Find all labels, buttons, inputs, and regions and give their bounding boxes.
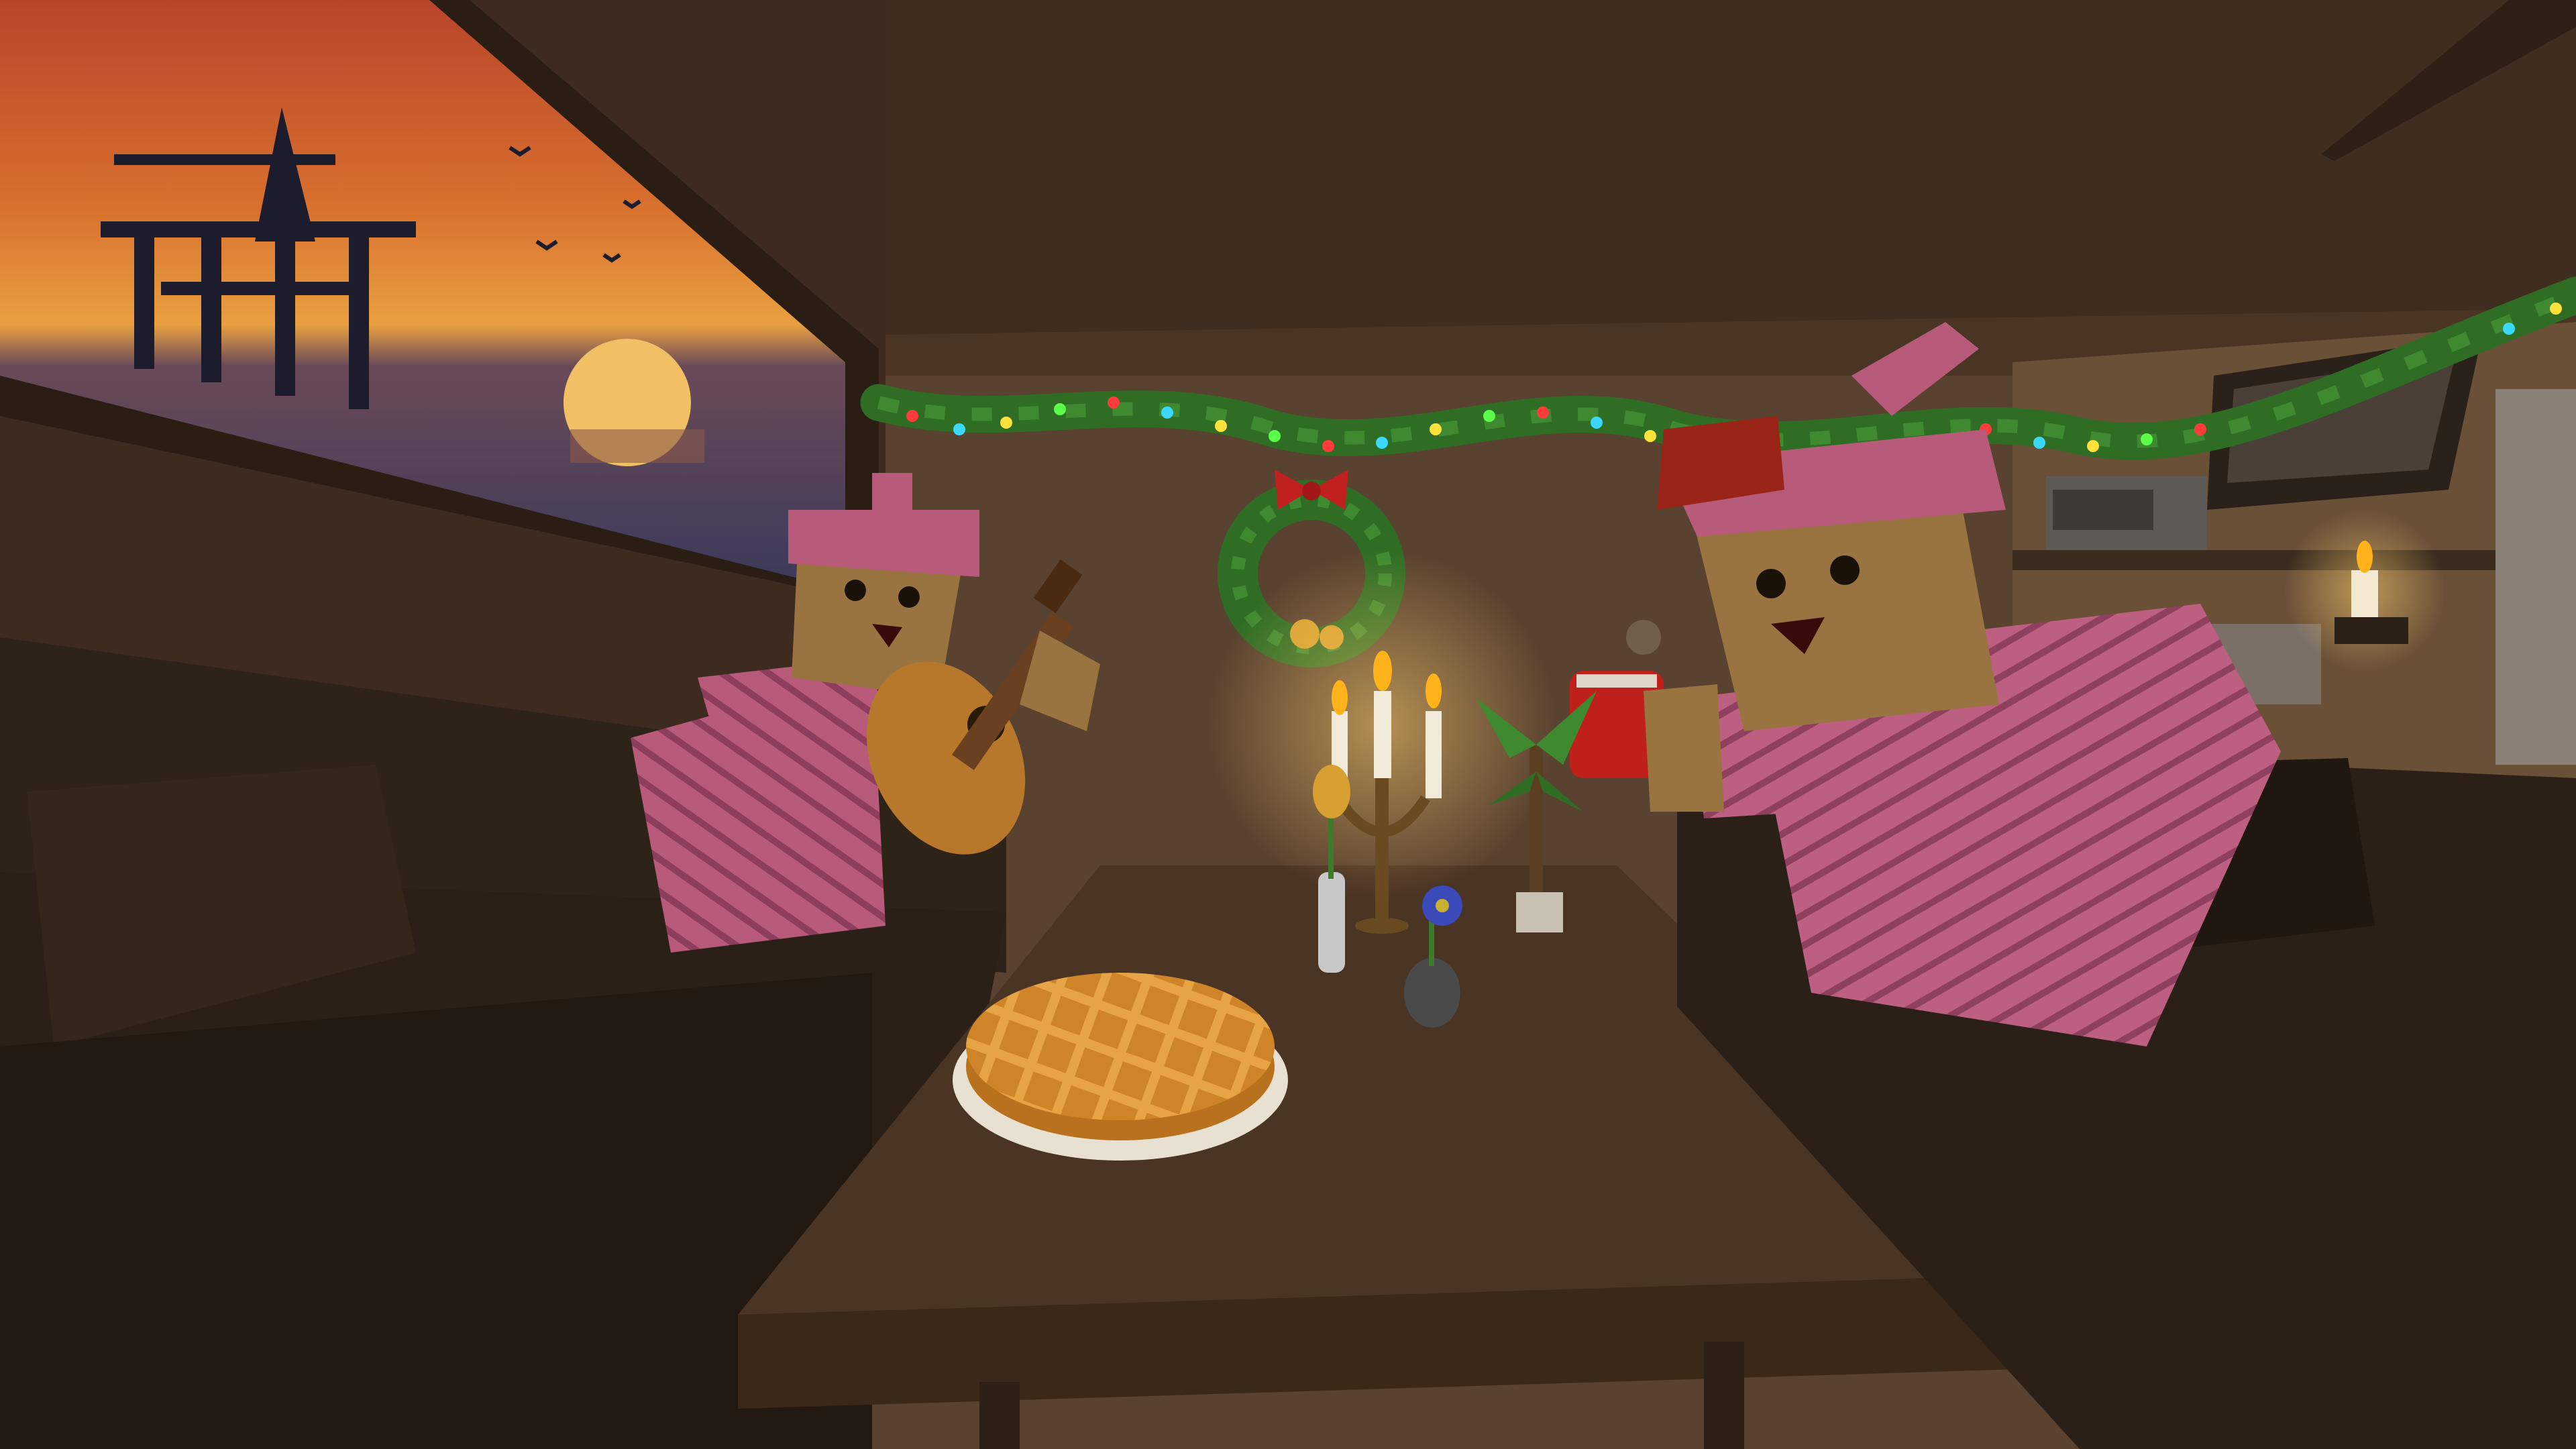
mug-holder-eye-left [1756,569,1786,598]
guitar-player-eye-right [898,586,920,608]
sconce-bracket [2334,617,2408,644]
mug-steam [1626,620,1661,655]
candle-right [1426,711,1442,798]
candle-flame-left [1332,680,1348,715]
game-viewport[interactable] [0,0,2576,1449]
mug-holder-hand [1644,684,1724,812]
pie[interactable] [953,973,1288,1161]
candle-flame-center [1373,651,1392,691]
guitar-player-eye-left [845,580,866,601]
table-leg [979,1382,1020,1449]
candle-center [1374,691,1391,778]
right-cabinet [2496,389,2576,765]
sconce-candle [2351,570,2378,624]
candle-flame-right [1426,674,1442,708]
mug-holder-eye-right [1830,555,1860,585]
sconce-flame [2357,541,2373,573]
